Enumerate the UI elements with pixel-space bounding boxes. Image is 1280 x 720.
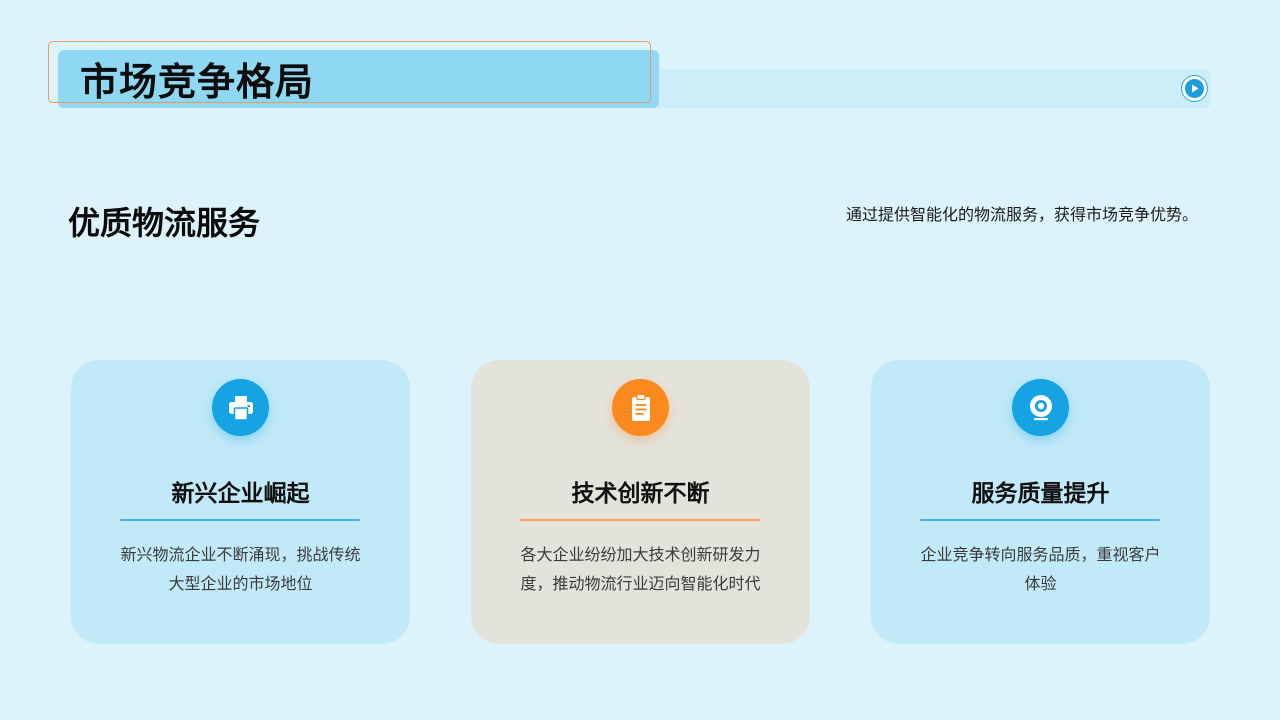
card-tech-innovation: 技术创新不断 各大企业纷纷加大技术创新研发力度，推动物流行业迈向智能化时代 [471,360,810,644]
clipboard-icon [612,379,669,436]
play-button[interactable] [1181,75,1208,102]
page-title: 市场竞争格局 [80,60,315,104]
card-title: 服务质量提升 [971,481,1110,507]
divider [520,519,760,521]
divider [120,519,360,521]
section-title: 优质物流服务 [68,204,261,242]
printer-icon [212,379,269,436]
card-text: 各大企业纷纷加大技术创新研发力度，推动物流行业迈向智能化时代 [520,545,761,593]
card-emerging-companies: 新兴企业崛起 新兴物流企业不断涌现，挑战传统大型企业的市场地位 [71,360,410,644]
webcam-icon [1012,379,1069,436]
card-service-quality: 服务质量提升 企业竞争转向服务品质，重视客户体验 [871,360,1210,644]
card-title: 技术创新不断 [571,481,710,507]
divider [920,519,1160,521]
section-description: 通过提供智能化的物流服务，获得市场竞争优势。 [845,205,1198,224]
card-title: 新兴企业崛起 [171,481,310,507]
card-text: 新兴物流企业不断涌现，挑战传统大型企业的市场地位 [120,545,361,593]
card-text: 企业竞争转向服务品质，重视客户体验 [920,545,1161,593]
play-circle-icon [1185,79,1204,98]
